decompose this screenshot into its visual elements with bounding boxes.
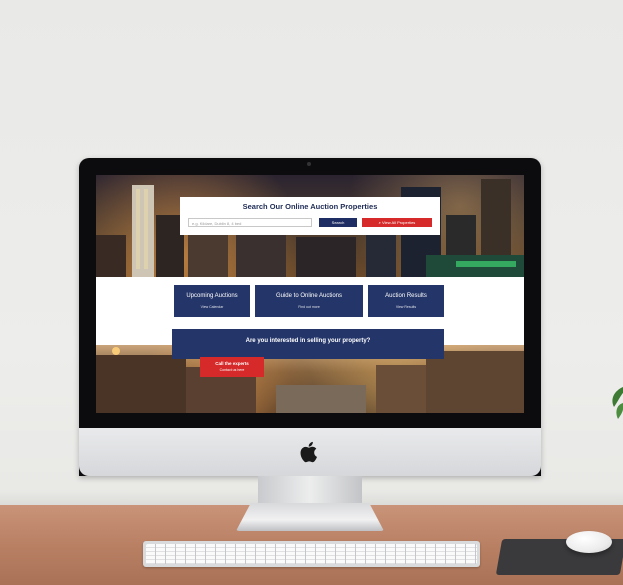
view-all-properties-button[interactable]: ⌕ View All Properties bbox=[362, 218, 432, 227]
search-input[interactable]: e.g. Kildare, Dublin 8, 4 bed bbox=[188, 218, 312, 227]
monitor-stand-neck bbox=[258, 476, 362, 506]
tile-subtitle: Find out more bbox=[298, 305, 320, 309]
mouse bbox=[566, 531, 612, 553]
plant-icon bbox=[612, 387, 623, 419]
tile-title: Upcoming Auctions bbox=[186, 293, 238, 299]
cta-button-subtitle: Contact us here bbox=[219, 368, 245, 372]
cta-button-title: Call the experts bbox=[215, 361, 249, 366]
keyboard bbox=[143, 541, 480, 567]
website-screen: Search Our Online Auction Properties e.g… bbox=[96, 175, 524, 413]
tile-title: Auction Results bbox=[385, 293, 427, 299]
cta-banner: Are you interested in selling your prope… bbox=[172, 329, 444, 359]
keyboard-keys bbox=[146, 544, 477, 564]
tile-auction-results[interactable]: Auction Results View Results bbox=[368, 285, 444, 317]
camera-dot bbox=[307, 162, 311, 166]
search-title: Search Our Online Auction Properties bbox=[242, 202, 378, 211]
tile-subtitle: View Results bbox=[395, 305, 417, 309]
tile-subtitle: View Calendar bbox=[200, 305, 224, 309]
call-experts-button[interactable]: Call the experts Contact us here bbox=[200, 357, 264, 377]
cta-question: Are you interested in selling your prope… bbox=[245, 338, 371, 344]
search-panel: Search Our Online Auction Properties e.g… bbox=[180, 197, 440, 235]
view-all-label: View All Properties bbox=[382, 220, 416, 225]
tile-title: Guide to Online Auctions bbox=[275, 293, 343, 299]
tile-upcoming-auctions[interactable]: Upcoming Auctions View Calendar bbox=[174, 285, 250, 317]
nav-tiles: Upcoming Auctions View Calendar Guide to… bbox=[174, 285, 444, 317]
search-button[interactable]: Search bbox=[319, 218, 357, 227]
monitor-stand-base bbox=[236, 503, 384, 531]
tile-guide-online-auctions[interactable]: Guide to Online Auctions Find out more bbox=[255, 285, 363, 317]
apple-logo-icon bbox=[300, 441, 317, 463]
hero-city-photo: Search Our Online Auction Properties e.g… bbox=[96, 175, 524, 277]
